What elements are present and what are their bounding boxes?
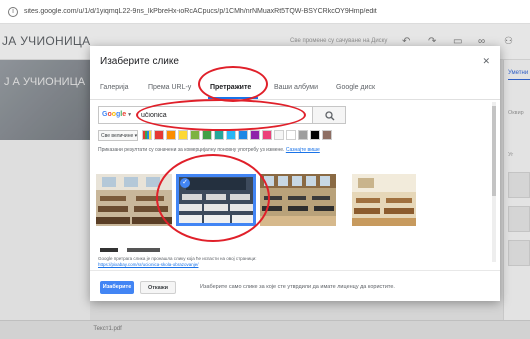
color-swatch[interactable] [298,130,308,140]
classroom-image [352,174,416,226]
select-button[interactable]: Изаберите [100,281,134,294]
more-results-strip [100,248,160,252]
result-image[interactable] [352,174,416,226]
color-swatch[interactable] [262,130,272,140]
color-swatch[interactable] [190,130,200,140]
tab-albums[interactable]: Ваши албуми [274,84,318,91]
search-icon [325,111,335,121]
active-tab-indicator [208,97,258,99]
color-swatch[interactable] [310,130,320,140]
search-input[interactable] [141,109,326,122]
color-swatch[interactable] [214,130,224,140]
size-select[interactable]: Све величине ▾ [98,130,138,141]
dialog-footer: Изаберите Откажи Изаберите само слике за… [90,270,500,301]
color-swatch[interactable] [238,130,248,140]
browser-address-bar[interactable]: i sites.google.com/u/1/d/1yiqmqL22-9ns_I… [0,0,530,24]
color-swatch[interactable] [202,130,212,140]
filter-row: Све величине ▾ [98,130,348,141]
google-logo-text: Google [102,111,127,118]
search-button[interactable] [312,106,346,124]
color-swatch[interactable] [322,130,332,140]
size-select-label: Све величине [101,133,134,139]
select-images-dialog: Изаберите слике ✕ Галерија Према URL-у П… [90,46,500,301]
color-swatch[interactable] [154,130,164,140]
close-icon[interactable]: ✕ [482,56,490,67]
result-image-selected[interactable]: ✓ [176,174,256,226]
image-results: ✓ [96,174,416,226]
search-box[interactable]: Google▼ [98,106,333,124]
tab-google-drive[interactable]: Google диск [336,84,375,91]
color-swatch[interactable] [178,130,188,140]
dialog-title: Изаберите слике [100,56,179,67]
color-swatch[interactable] [250,130,260,140]
tab-gallery[interactable]: Галерија [100,84,129,91]
classroom-image [96,174,172,226]
license-note: Изаберите само слике за које сте утврдил… [200,284,395,290]
any-color-swatch[interactable] [142,130,152,140]
color-swatch[interactable] [274,130,284,140]
color-swatch[interactable] [286,130,296,140]
chevron-down-icon: ▼ [127,112,133,118]
tab-by-url[interactable]: Према URL-у [148,84,191,91]
classroom-image [260,174,336,226]
url-text[interactable]: sites.google.com/u/1/d/1yiqmqL22-9ns_IkP… [24,8,377,15]
dialog-tabs: Галерија Према URL-у Претражите Ваши алб… [90,78,500,100]
checkmark-icon: ✓ [180,178,190,188]
result-image[interactable] [96,174,172,226]
notice-text: Приказани резултати су означени за комер… [98,147,285,153]
result-image[interactable] [260,174,336,226]
color-swatch[interactable] [226,130,236,140]
color-swatch[interactable] [166,130,176,140]
cancel-button[interactable]: Откажи [140,281,176,294]
source-text: Google претрага слика је пронашла слику … [98,256,257,261]
search-engine-select[interactable]: Google▼ [102,111,132,118]
tab-search[interactable]: Претражите [210,84,251,91]
info-icon[interactable]: i [8,6,18,17]
source-link[interactable]: https://pixabay.com/sr/ucionica-skola-ob… [98,262,198,267]
scrollbar-thumb[interactable] [492,106,496,196]
learn-more-link[interactable]: Сазнајте више [286,147,320,153]
license-notice: Приказани резултати су означени за комер… [98,147,398,153]
